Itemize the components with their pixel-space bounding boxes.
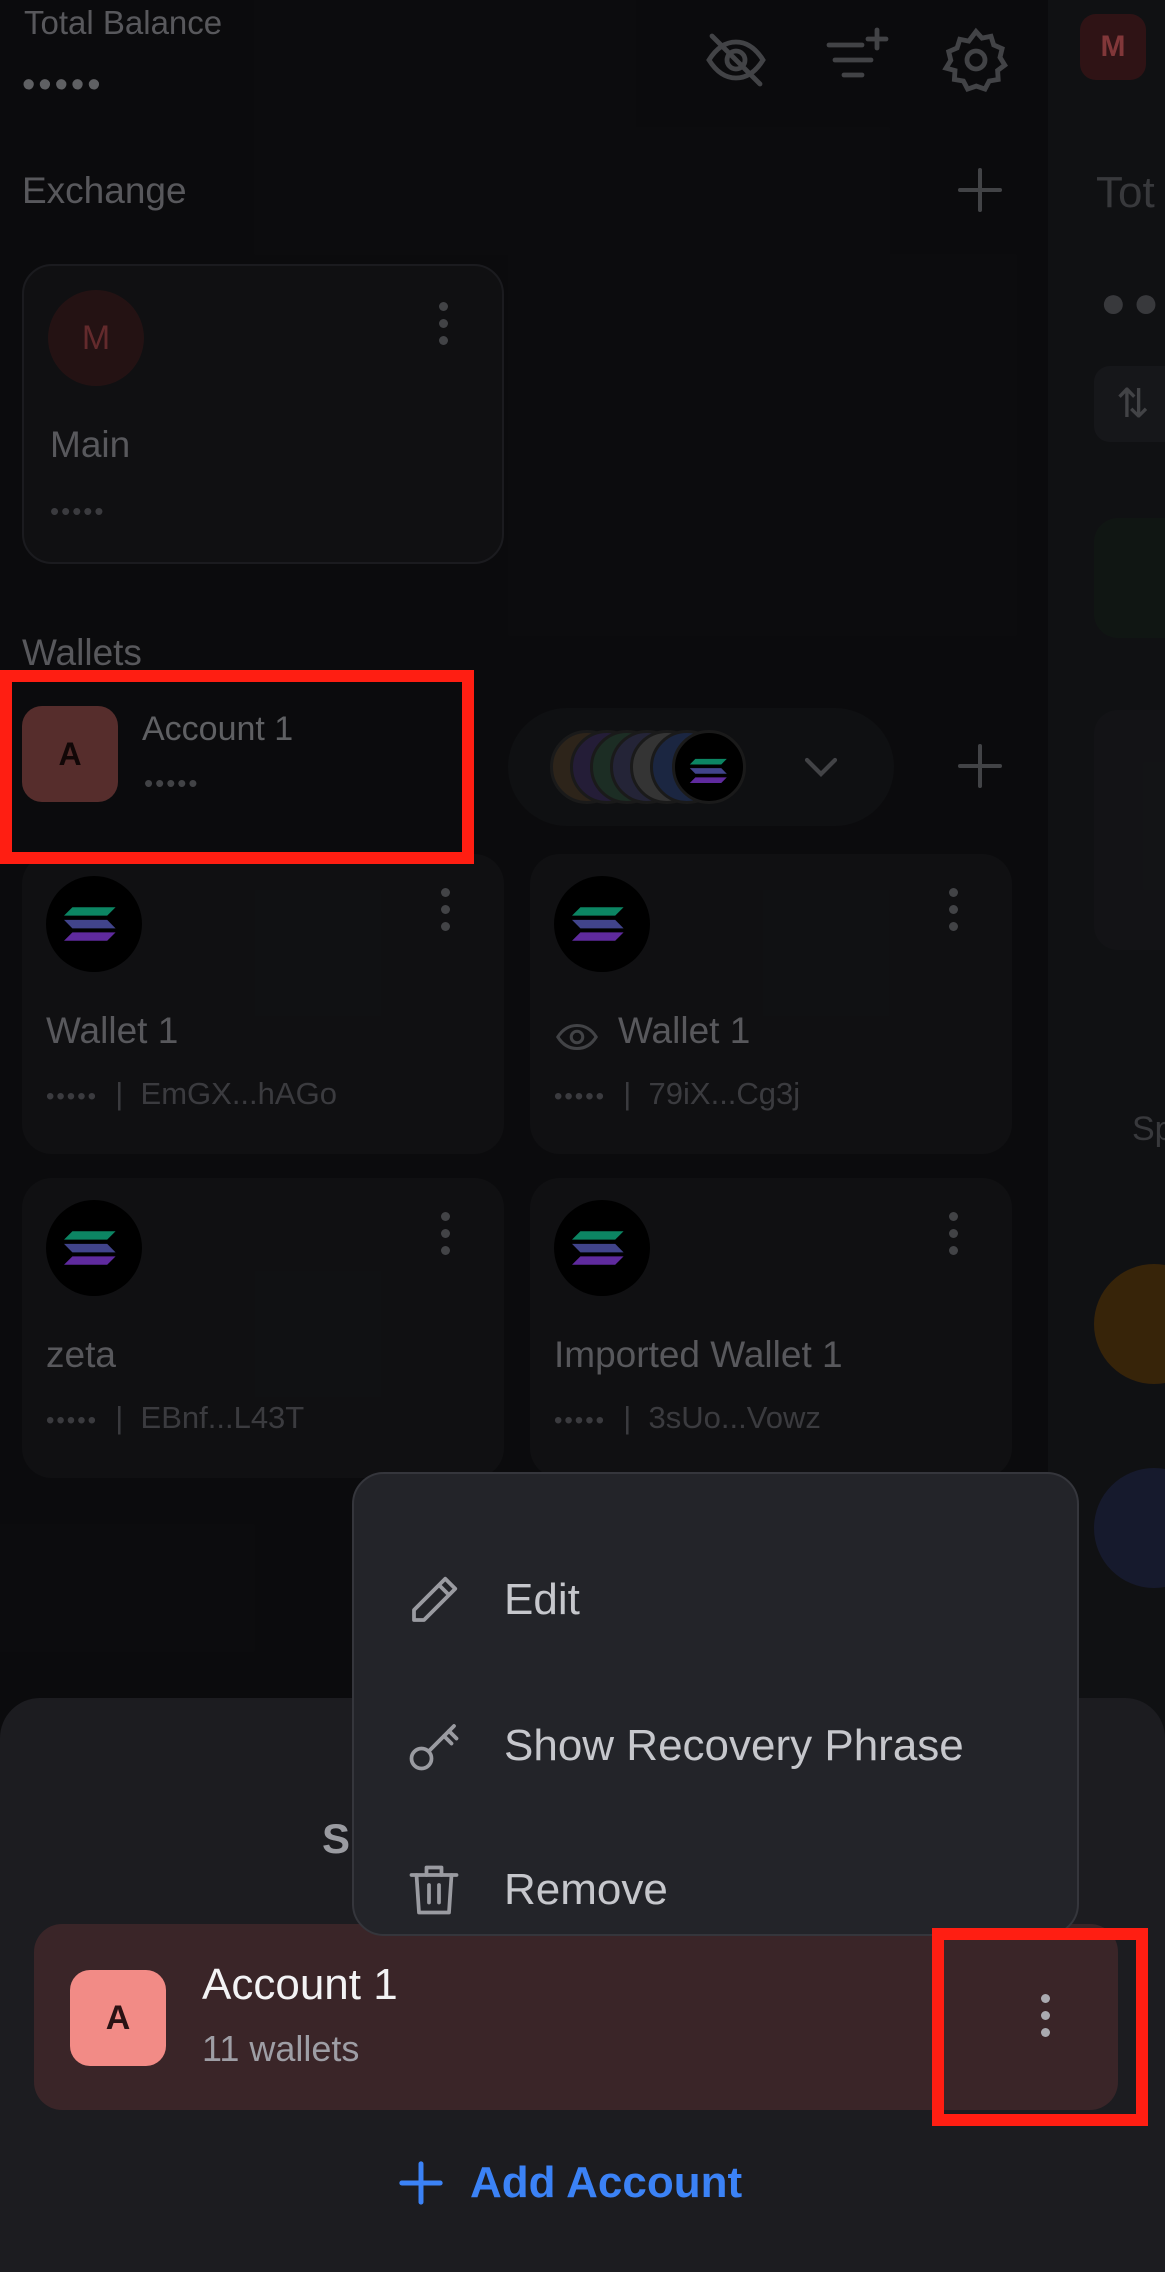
highlight-account-box — [0, 670, 474, 864]
sheet-account-avatar: A — [70, 1970, 166, 2066]
key-icon — [409, 1724, 459, 1771]
menu-item-remove[interactable]: Remove — [404, 1850, 668, 1930]
menu-item-edit[interactable]: Edit — [404, 1560, 580, 1640]
trash-icon — [409, 1865, 459, 1915]
sheet-title-fragment: S — [322, 1815, 351, 1862]
account-options-menu: Edit Show Recovery Phrase Remove — [352, 1472, 1079, 1936]
sheet-account-wallet-count: 11 wallets — [202, 2028, 360, 2069]
pencil-icon — [412, 1576, 458, 1622]
menu-item-label: Edit — [504, 1575, 580, 1624]
menu-item-label: Show Recovery Phrase — [504, 1721, 964, 1770]
menu-item-show-recovery-phrase[interactable]: Show Recovery Phrase — [404, 1706, 964, 1786]
plus-icon — [399, 2161, 443, 2205]
add-account-label: Add Account — [470, 2158, 743, 2207]
sheet-account-name: Account 1 — [202, 1960, 398, 2009]
add-account-button[interactable]: Add Account — [398, 2148, 742, 2218]
highlight-menu-button-box — [932, 1928, 1148, 2126]
menu-item-label: Remove — [504, 1865, 668, 1914]
